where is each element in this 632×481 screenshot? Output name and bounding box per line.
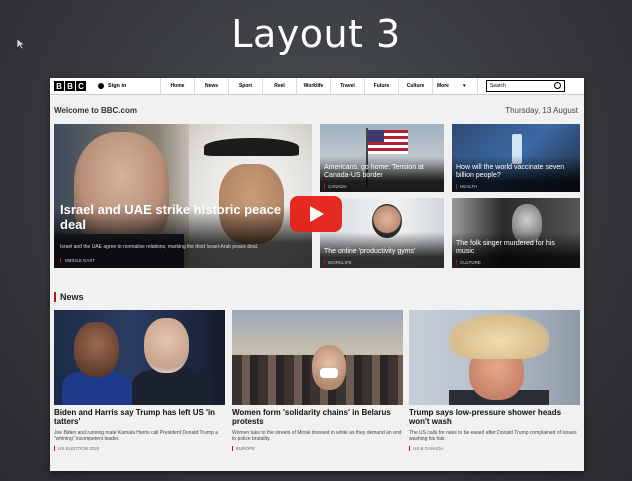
tile-tag[interactable]: WORKLIFE [324,260,352,265]
hero-story[interactable]: Israel and UAE strike historic peace dea… [54,124,312,268]
signin-label: Sign in [108,83,127,89]
nav-item-culture[interactable]: Culture [399,78,433,94]
welcome-heading: Welcome to BBC.com [54,106,137,115]
nav-item-sport[interactable]: Sport [229,78,263,94]
person-image [144,318,189,373]
news-card-tag[interactable]: US ELECTION 2020 [54,446,225,451]
story-tile[interactable]: The folk singer murdered for his music C… [452,198,580,268]
story-tile[interactable]: Americans, go home: Tension at Canada-US… [320,124,444,192]
bbc-logo[interactable]: B B C [54,81,86,91]
search-icon [554,82,561,89]
hero-summary: Israel and the UAE agree to normalise re… [60,244,259,250]
us-flag-image [368,130,408,154]
nav-item-reel[interactable]: Reel [263,78,297,94]
search-input[interactable]: Search [486,80,565,92]
search-placeholder: Search [490,83,506,89]
user-icon [98,83,104,89]
news-card-title[interactable]: Trump says low-pressure shower heads won… [409,408,580,428]
news-card-summary: Joe Biden and running mate Kamala Harris… [54,430,218,442]
signin-link[interactable]: Sign in [98,78,161,94]
chevron-down-icon: ▾ [462,83,466,89]
logo-letter: B [54,81,64,91]
nav-item-travel[interactable]: Travel [331,78,365,94]
bbc-homepage: B B C Sign in Home News Sport Reel Workl… [50,78,584,471]
nav-item-news[interactable]: News [195,78,229,94]
news-section-heading[interactable]: News [54,292,84,302]
tile-title: The folk singer murdered for his music [456,240,555,255]
logo-letter: C [76,81,86,91]
person-image [74,322,119,377]
nav-item-home[interactable]: Home [161,78,195,94]
news-card-summary: The US calls for rules to be eased after… [409,430,577,442]
tile-title: How will the world vaccinate seven billi… [456,164,565,179]
tile-tag[interactable]: CANADA [324,184,347,189]
news-card-tag[interactable]: US & CANADA [409,446,580,451]
nav-item-more[interactable]: More ▾ [433,78,478,94]
news-card-tag[interactable]: EUROPE [232,446,403,451]
nav-item-worklife[interactable]: Worklife [297,78,331,94]
hero-tag[interactable]: MIDDLE EAST [60,258,95,263]
tile-tag[interactable]: HEALTH [456,184,477,189]
news-card-title[interactable]: Biden and Harris say Trump has left US '… [54,408,225,428]
news-card-image [54,310,225,405]
person-image [132,368,212,405]
news-card-image [409,310,580,405]
news-card-title[interactable]: Women form 'solidarity chains' in Belaru… [232,408,403,428]
news-card[interactable]: Women form 'solidarity chains' in Belaru… [232,310,403,451]
news-card[interactable]: Biden and Harris say Trump has left US '… [54,310,225,451]
more-label: More [437,83,449,89]
video-play-button[interactable] [290,196,342,232]
news-card[interactable]: Trump says low-pressure shower heads won… [409,310,580,451]
nav-item-future[interactable]: Future [365,78,399,94]
tile-title: The online 'productivity gyms' [324,248,416,255]
hair-image [449,314,549,359]
news-card-summary: Women take to the streets of Minsk dress… [232,430,402,442]
tile-tag[interactable]: CULTURE [456,260,481,265]
hero-title: Israel and UAE strike historic peace dea… [60,202,282,232]
logo-letter: B [65,81,75,91]
news-card-image [232,310,403,405]
face-mask-image [320,368,338,378]
hero-image-agal [204,138,299,156]
top-nav: B B C Sign in Home News Sport Reel Workl… [50,78,584,95]
slide-title: Layout 3 [231,12,401,56]
story-tile[interactable]: How will the world vaccinate seven billi… [452,124,580,192]
date-label: Thursday, 13 August [505,106,578,115]
tile-title: Americans, go home: Tension at Canada-US… [324,164,424,179]
